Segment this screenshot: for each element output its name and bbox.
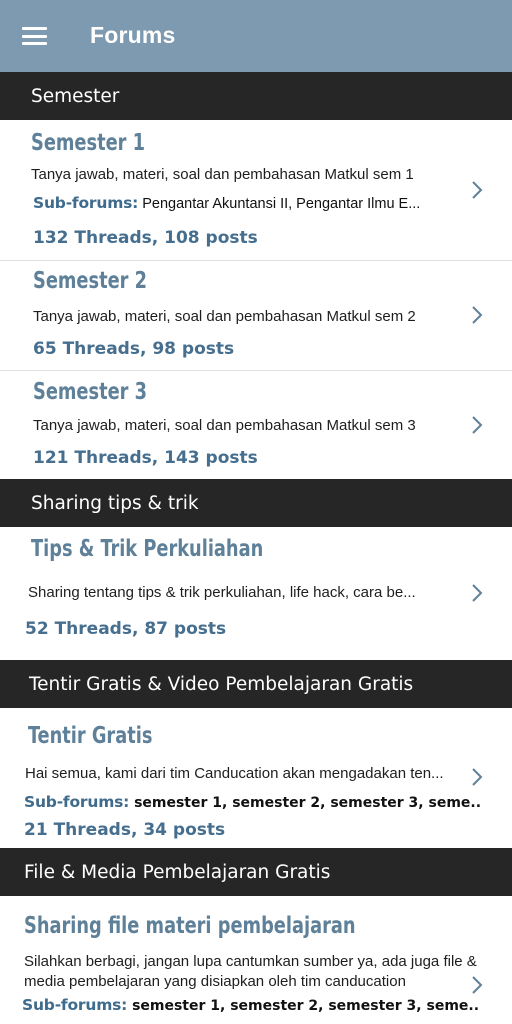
section-header-label: Semester xyxy=(31,85,120,107)
forum-title[interactable]: Sharing file materi pembelajaran xyxy=(24,913,356,939)
subforums-label: Sub-forums: xyxy=(22,996,128,1014)
forum-title[interactable]: Tentir Gratis xyxy=(28,723,152,749)
section-header-label: File & Media Pembelajaran Gratis xyxy=(24,861,331,883)
forum-item-semester-2[interactable]: Semester 2 Tanya jawab, materi, soal dan… xyxy=(0,261,512,371)
subforums-list: semester 1, semester 2, semester 3, seme… xyxy=(132,998,480,1014)
forum-subforums: Sub-forums: semester 1, semester 2, seme… xyxy=(22,996,479,1014)
forum-subforums: Sub-forums: Pengantar Akuntansi II, Peng… xyxy=(33,194,420,212)
forum-description: Tanya jawab, materi, soal dan pembahasan… xyxy=(33,417,416,434)
hamburger-menu-icon[interactable] xyxy=(22,27,47,45)
chevron-right-icon[interactable] xyxy=(468,766,486,788)
app-bar: Forums xyxy=(0,0,512,72)
forum-stats: 21 Threads, 34 posts xyxy=(24,820,226,840)
subforums-list: semester 1, semester 2, semester 3, seme… xyxy=(134,795,482,811)
forum-subforums: Sub-forums: semester 1, semester 2, seme… xyxy=(24,793,481,811)
forum-description: Tanya jawab, materi, soal dan pembahasan… xyxy=(31,166,414,183)
section-header-tentir: Tentir Gratis & Video Pembelajaran Grati… xyxy=(0,660,512,708)
forum-item-tips-trik[interactable]: Tips & Trik Perkuliahan Sharing tentang … xyxy=(0,527,512,660)
subforums-list: Pengantar Akuntansi II, Pengantar Ilmu E… xyxy=(142,196,421,212)
subforums-label: Sub-forums: xyxy=(33,194,139,212)
section-header-file-media: File & Media Pembelajaran Gratis xyxy=(0,848,512,896)
forum-item-sharing-file[interactable]: Sharing file materi pembelajaran Silahka… xyxy=(0,896,512,1024)
section-header-sharing-tips: Sharing tips & trik xyxy=(0,479,512,527)
forum-item-semester-1[interactable]: Semester 1 Tanya jawab, materi, soal dan… xyxy=(0,120,512,261)
subforums-label: Sub-forums: xyxy=(24,793,130,811)
forum-description: Sharing tentang tips & trik perkuliahan,… xyxy=(28,584,416,601)
forum-stats: 132 Threads, 108 posts xyxy=(33,228,258,248)
forum-title[interactable]: Tips & Trik Perkuliahan xyxy=(31,536,263,562)
page-title: Forums xyxy=(90,22,176,48)
forum-item-tentir-gratis[interactable]: Tentir Gratis Hai semua, kami dari tim C… xyxy=(0,708,512,848)
chevron-right-icon[interactable] xyxy=(468,414,486,436)
forum-description: Tanya jawab, materi, soal dan pembahasan… xyxy=(33,308,416,325)
forum-stats: 65 Threads, 98 posts xyxy=(33,339,235,359)
chevron-right-icon[interactable] xyxy=(468,974,486,996)
forum-description: Hai semua, kami dari tim Canducation aka… xyxy=(25,765,444,782)
section-header-label: Sharing tips & trik xyxy=(31,492,199,514)
forum-title[interactable]: Semester 3 xyxy=(33,379,147,405)
chevron-right-icon[interactable] xyxy=(468,179,486,201)
forum-title[interactable]: Semester 1 xyxy=(31,130,145,156)
forum-stats: 52 Threads, 87 posts xyxy=(25,619,227,639)
forum-stats: 121 Threads, 143 posts xyxy=(33,448,258,468)
section-header-label: Tentir Gratis & Video Pembelajaran Grati… xyxy=(29,673,414,695)
chevron-right-icon[interactable] xyxy=(468,304,486,326)
chevron-right-icon[interactable] xyxy=(468,582,486,604)
section-header-semester: Semester xyxy=(0,72,512,120)
forum-description: Silahkan berbagi, jangan lupa cantumkan … xyxy=(24,953,477,990)
forum-title[interactable]: Semester 2 xyxy=(33,268,147,294)
forum-item-semester-3[interactable]: Semester 3 Tanya jawab, materi, soal dan… xyxy=(0,371,512,479)
